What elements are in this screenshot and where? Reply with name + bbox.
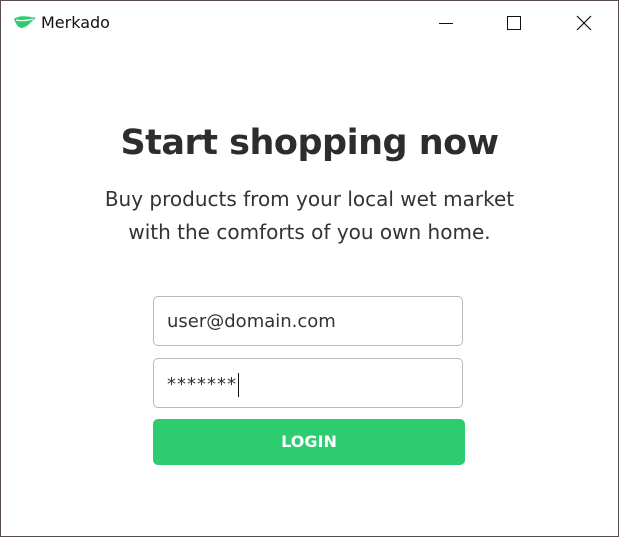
password-field[interactable]: ******* xyxy=(153,358,463,408)
minimize-icon xyxy=(439,23,453,24)
login-button[interactable]: LOGIN xyxy=(153,419,465,465)
leaf-icon xyxy=(14,16,36,28)
page-title: Start shopping now xyxy=(120,123,499,163)
subtitle-line-2: with the comforts of you own home. xyxy=(128,220,491,244)
close-button[interactable] xyxy=(549,1,618,45)
close-icon xyxy=(576,15,592,31)
email-field[interactable]: user@domain.com xyxy=(153,296,463,346)
email-value: user@domain.com xyxy=(167,311,336,332)
app-window: Merkado Start shopping now Buy products … xyxy=(0,0,619,537)
password-value: ******* xyxy=(167,374,237,395)
password-value-wrap: ******* xyxy=(167,373,239,397)
app-title: Merkado xyxy=(41,13,110,32)
subtitle: Buy products from your local wet market … xyxy=(1,183,618,249)
text-caret xyxy=(238,373,239,397)
login-panel: Start shopping now Buy products from you… xyxy=(1,45,618,536)
maximize-icon xyxy=(507,16,521,30)
maximize-button[interactable] xyxy=(479,1,549,45)
subtitle-line-1: Buy products from your local wet market xyxy=(104,187,515,211)
title-bar[interactable]: Merkado xyxy=(1,1,618,45)
minimize-button[interactable] xyxy=(409,1,479,45)
